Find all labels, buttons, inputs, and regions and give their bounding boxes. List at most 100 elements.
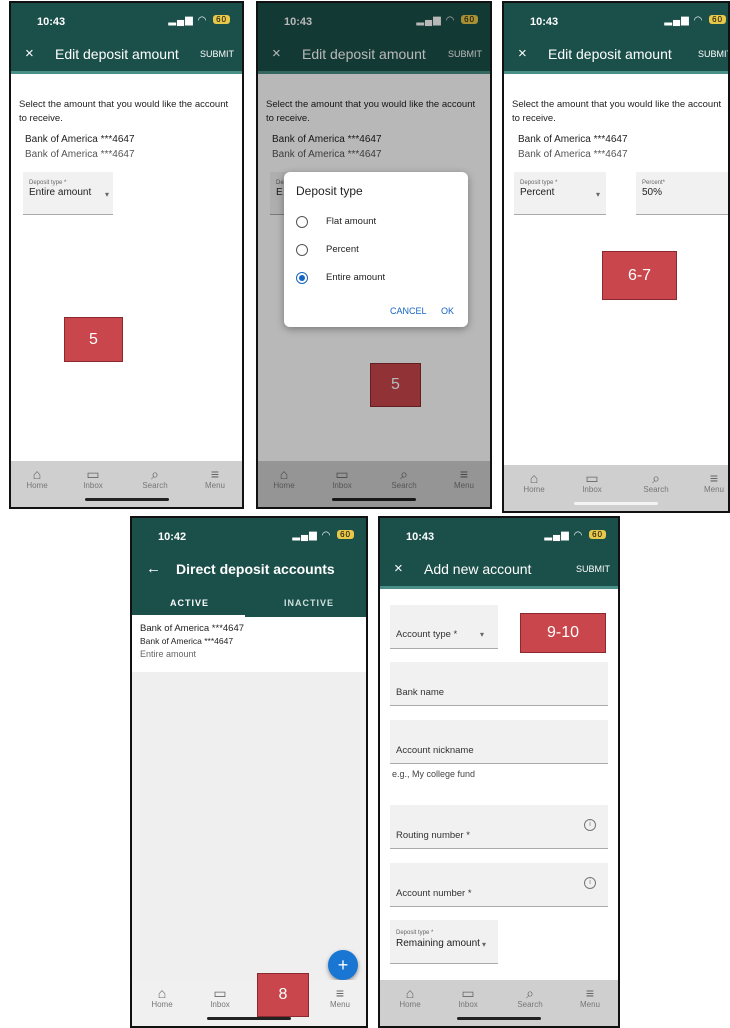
account-type-select[interactable]: Account type * ▾ [390,605,498,649]
nav-menu[interactable]: ≡ Menu [570,986,610,1009]
app-bar: ← Direct deposit accounts [132,552,366,589]
screen-edit-deposit-1: 10:43 ▂▄▆ ◠ 60 × Edit deposit amount SUB… [9,1,244,509]
percent-input[interactable]: Percent* 50% [636,172,728,215]
app-bar: × Add new account SUBMIT [380,552,618,589]
nav-inbox[interactable]: ▭ Inbox [448,986,488,1009]
option-label: Percent [326,244,359,255]
bank-name-label: Bank name [396,687,445,698]
deposit-type-value: Remaining amount [396,938,480,949]
tab-active[interactable]: ACTIVE [170,598,209,608]
account-bank-line-1: Bank of America ***4647 [140,623,245,634]
screen-add-new-account: 10:43 ▂▄▆ ◠ 60 × Add new account SUBMIT … [378,516,620,1028]
add-account-button[interactable]: + [328,950,358,980]
submit-button[interactable]: SUBMIT [576,564,610,574]
description: Select the amount that you would like th… [19,99,229,124]
inbox-icon: ▭ [213,985,227,1001]
ok-button[interactable]: OK [441,306,454,316]
status-icons: ▂▄▆ ◠ 60 [664,15,726,26]
submit-button[interactable]: SUBMIT [200,49,234,59]
nav-menu[interactable]: ≡ Menu [195,467,235,490]
status-time: 10:43 [530,16,559,28]
deposit-type-value: Percent [520,187,555,198]
tab-inactive[interactable]: INACTIVE [284,598,334,608]
bank-line-1: Bank of America ***4647 [518,134,628,145]
option-label: Entire amount [326,272,386,283]
info-icon[interactable]: i [584,819,596,831]
bottom-nav: ⌂ Home ▭ Inbox ⌕ Search ≡ Menu [504,465,728,511]
nav-inbox[interactable]: ▭ Inbox [572,471,612,494]
nav-inbox[interactable]: ▭ Inbox [200,986,240,1009]
deposit-type-dialog: Deposit type Flat amount Percent Entire … [284,172,468,327]
deposit-type-value: Entire amount [29,187,92,198]
nav-search[interactable]: ⌕ Search [636,471,676,494]
step-label: 5 [64,317,123,362]
account-number-input[interactable]: Account number * i [390,863,608,907]
page-title: Edit deposit amount [55,46,179,62]
bank-name-input[interactable]: Bank name [390,662,608,706]
close-icon[interactable]: × [394,560,403,577]
page-title: Edit deposit amount [548,46,672,62]
nav-home[interactable]: ⌂ Home [142,986,182,1009]
tab-bar: ACTIVE INACTIVE [132,589,366,617]
battery-icon: 60 [709,15,726,24]
home-indicator [574,502,658,505]
bank-line-2: Bank of America ***4647 [518,149,628,160]
nav-menu[interactable]: ≡ Menu [694,470,728,494]
percent-value: 50% [642,187,663,198]
deposit-type-select[interactable]: Deposit type * Percent ▾ [514,172,606,215]
submit-button[interactable]: SUBMIT [698,49,728,59]
content: Select the amount that you would like th… [504,74,728,465]
list-empty-area [132,672,366,980]
account-list-item[interactable]: Bank of America ***4647 Bank of America … [132,617,366,672]
inbox-icon: ▭ [86,466,100,482]
home-icon: ⌂ [529,470,539,486]
bank-line-2: Bank of America ***4647 [25,149,135,160]
account-type-label: Account type * [396,629,458,640]
option-percent[interactable]: Percent [284,238,468,262]
nav-search[interactable]: ⌕ Search [135,467,175,490]
close-icon[interactable]: × [25,45,34,62]
nav-menu[interactable]: ≡ Menu [320,986,360,1009]
back-arrow-icon[interactable]: ← [146,560,161,577]
option-flat-amount[interactable]: Flat amount [284,210,468,234]
radio-icon [296,216,308,228]
home-icon: ⌂ [405,985,415,1001]
nav-home[interactable]: ⌂ Home [514,471,554,494]
routing-number-label: Routing number * [396,830,470,841]
step-label: 8 [257,973,309,1017]
content: Select the amount that you would like th… [11,74,242,461]
bottom-nav: ⌂ Home ▭ Inbox ≡ Menu [132,980,366,1026]
menu-icon: ≡ [585,985,595,1001]
search-icon: ⌕ [652,470,660,486]
nickname-hint: e.g., My college fund [392,769,476,779]
deposit-type-select[interactable]: Deposit type * Remaining amount ▾ [390,920,498,964]
nav-home[interactable]: ⌂ Home [17,467,57,490]
radio-icon [296,244,308,256]
app-bar: × Edit deposit amount SUBMIT [11,37,242,74]
chevron-down-icon: ▾ [105,190,110,199]
status-icons: ▂▄▆ ◠ 60 [292,530,354,541]
home-indicator [207,1017,291,1020]
battery-icon: 60 [337,530,354,539]
bank-line-1: Bank of America ***4647 [25,134,135,145]
screen-edit-deposit-3: 10:43 ▂▄▆ ◠ 60 × Edit deposit amount SUB… [502,1,730,513]
status-bar: 10:43 ▂▄▆ ◠ 60 [380,518,618,552]
routing-number-input[interactable]: Routing number * i [390,805,608,849]
nav-home[interactable]: ⌂ Home [390,986,430,1009]
content: Account type * ▾ 9-10 Bank name Account … [380,589,618,980]
nav-search[interactable]: ⌕ Search [510,986,550,1009]
home-indicator [457,1017,541,1020]
deposit-type-label: Deposit type * [29,180,67,186]
inbox-icon: ▭ [585,470,599,486]
account-nickname-input[interactable]: Account nickname [390,720,608,764]
menu-icon: ≡ [709,470,719,486]
status-bar: 10:43 ▂▄▆ ◠ 60 [11,3,242,37]
page-title: Add new account [424,561,532,577]
deposit-type-select[interactable]: Deposit type * Entire amount ▾ [23,172,113,215]
close-icon[interactable]: × [518,45,527,62]
info-icon[interactable]: i [584,877,596,889]
cancel-button[interactable]: CANCEL [390,306,427,316]
option-entire-amount[interactable]: Entire amount [284,266,468,290]
nav-inbox[interactable]: ▭ Inbox [73,467,113,490]
screen-edit-deposit-2: 10:43 ▂▄▆ ◠ 60 × Edit deposit amount SUB… [256,1,492,509]
